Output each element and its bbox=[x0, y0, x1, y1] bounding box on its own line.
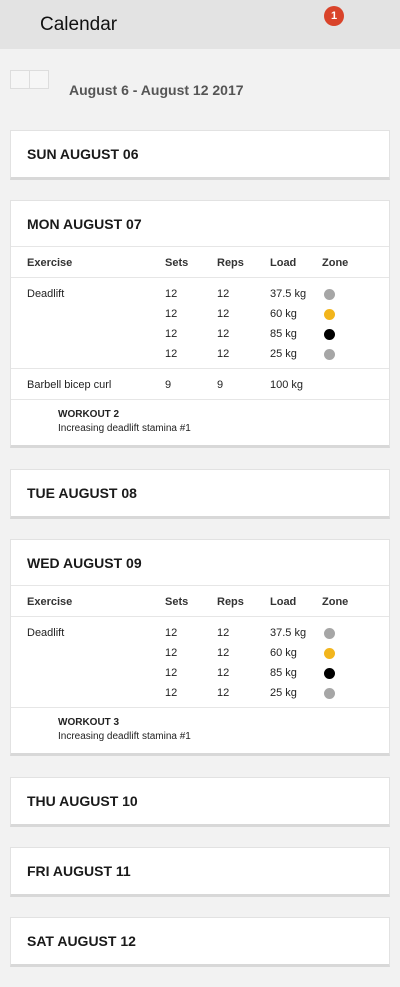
column-headers: Exercise Sets Reps Load Zone bbox=[11, 586, 389, 617]
set-count: 12 bbox=[165, 348, 178, 360]
rep-count: 12 bbox=[217, 288, 230, 300]
next-week-button[interactable] bbox=[30, 71, 48, 88]
zone-dot-icon bbox=[324, 289, 335, 300]
day-header[interactable]: WED AUGUST 09 bbox=[11, 540, 389, 586]
day-header[interactable]: SAT AUGUST 12 bbox=[11, 918, 389, 964]
set-row: 12 12 85 kg bbox=[11, 328, 389, 348]
day-card-sun: SUN AUGUST 06 bbox=[10, 130, 390, 180]
set-row: 12 12 60 kg bbox=[11, 308, 389, 328]
rep-count: 12 bbox=[217, 348, 230, 360]
set-count: 12 bbox=[165, 647, 178, 659]
zone-dot-icon bbox=[324, 329, 335, 340]
col-zone: Zone bbox=[322, 596, 349, 608]
col-load: Load bbox=[270, 257, 297, 269]
zone-dot-icon bbox=[324, 668, 335, 679]
set-count: 12 bbox=[165, 627, 178, 639]
workout-subtitle: Increasing deadlift stamina #1 bbox=[58, 423, 191, 434]
day-card-mon: MON AUGUST 07 Exercise Sets Reps Load Zo… bbox=[10, 200, 390, 448]
page-title: Calendar bbox=[40, 14, 118, 35]
zone-dot-icon bbox=[324, 349, 335, 360]
day-header[interactable]: TUE AUGUST 08 bbox=[11, 470, 389, 516]
set-row: 9 9 100 kg bbox=[11, 379, 389, 399]
workout-subtitle: Increasing deadlift stamina #1 bbox=[58, 731, 191, 742]
col-sets: Sets bbox=[165, 596, 189, 608]
set-count: 9 bbox=[165, 379, 172, 391]
set-row: 12 12 37.5 kg bbox=[11, 288, 389, 308]
col-exercise: Exercise bbox=[27, 596, 73, 608]
week-range: August 6 - August 12 2017 bbox=[69, 82, 244, 98]
day-card-sat: SAT AUGUST 12 bbox=[10, 917, 390, 967]
rep-count: 9 bbox=[217, 379, 224, 391]
col-reps: Reps bbox=[217, 257, 244, 269]
rep-count: 12 bbox=[217, 687, 230, 699]
load-value: 37.5 kg bbox=[270, 627, 307, 639]
rep-count: 12 bbox=[217, 308, 230, 320]
rep-count: 12 bbox=[217, 627, 230, 639]
notification-badge[interactable]: 1 bbox=[324, 6, 344, 26]
load-value: 37.5 kg bbox=[270, 288, 307, 300]
rep-count: 12 bbox=[217, 667, 230, 679]
exercise-row[interactable]: Barbell bicep curl 9 9 100 kg bbox=[11, 369, 389, 400]
top-bar: Calendar 1 bbox=[0, 0, 400, 49]
day-card-tue: TUE AUGUST 08 bbox=[10, 469, 390, 519]
set-count: 12 bbox=[165, 687, 178, 699]
zone-dot-icon bbox=[324, 628, 335, 639]
workout-title: WORKOUT 3 bbox=[58, 717, 120, 728]
day-card-wed: WED AUGUST 09 Exercise Sets Reps Load Zo… bbox=[10, 539, 390, 756]
prev-week-button[interactable] bbox=[11, 71, 30, 88]
col-load: Load bbox=[270, 596, 297, 608]
exercise-row[interactable]: Deadlift 12 12 37.5 kg 12 12 60 kg 12 12… bbox=[11, 617, 389, 708]
set-row: 12 12 60 kg bbox=[11, 647, 389, 667]
set-row: 12 12 37.5 kg bbox=[11, 627, 389, 647]
day-card-thu: THU AUGUST 10 bbox=[10, 777, 390, 827]
load-value: 85 kg bbox=[270, 328, 297, 340]
rep-count: 12 bbox=[217, 647, 230, 659]
load-value: 60 kg bbox=[270, 647, 297, 659]
zone-dot-icon bbox=[324, 688, 335, 699]
set-count: 12 bbox=[165, 288, 178, 300]
workout-title: WORKOUT 2 bbox=[58, 409, 120, 420]
day-header[interactable]: SUN AUGUST 06 bbox=[11, 131, 389, 177]
column-headers: Exercise Sets Reps Load Zone bbox=[11, 247, 389, 278]
exercise-row[interactable]: Deadlift 12 12 37.5 kg 12 12 60 kg 12 12… bbox=[11, 278, 389, 369]
day-card-fri: FRI AUGUST 11 bbox=[10, 847, 390, 897]
day-header[interactable]: MON AUGUST 07 bbox=[11, 201, 389, 247]
set-row: 12 12 85 kg bbox=[11, 667, 389, 687]
load-value: 25 kg bbox=[270, 687, 297, 699]
col-zone: Zone bbox=[322, 257, 349, 269]
rep-count: 12 bbox=[217, 328, 230, 340]
col-reps: Reps bbox=[217, 596, 244, 608]
load-value: 100 kg bbox=[270, 379, 304, 391]
load-value: 85 kg bbox=[270, 667, 297, 679]
workout-info[interactable]: WORKOUT 3 Increasing deadlift stamina #1 bbox=[11, 708, 389, 753]
load-value: 60 kg bbox=[270, 308, 297, 320]
zone-dot-icon bbox=[324, 648, 335, 659]
workout-info[interactable]: WORKOUT 2 Increasing deadlift stamina #1 bbox=[11, 400, 389, 445]
set-row: 12 12 25 kg bbox=[11, 348, 389, 368]
day-header[interactable]: THU AUGUST 10 bbox=[11, 778, 389, 824]
set-count: 12 bbox=[165, 328, 178, 340]
set-row: 12 12 25 kg bbox=[11, 687, 389, 707]
week-nav bbox=[10, 70, 49, 89]
zone-dot-icon bbox=[324, 309, 335, 320]
day-header[interactable]: FRI AUGUST 11 bbox=[11, 848, 389, 894]
load-value: 25 kg bbox=[270, 348, 297, 360]
set-count: 12 bbox=[165, 667, 178, 679]
col-sets: Sets bbox=[165, 257, 189, 269]
set-count: 12 bbox=[165, 308, 178, 320]
col-exercise: Exercise bbox=[27, 257, 73, 269]
